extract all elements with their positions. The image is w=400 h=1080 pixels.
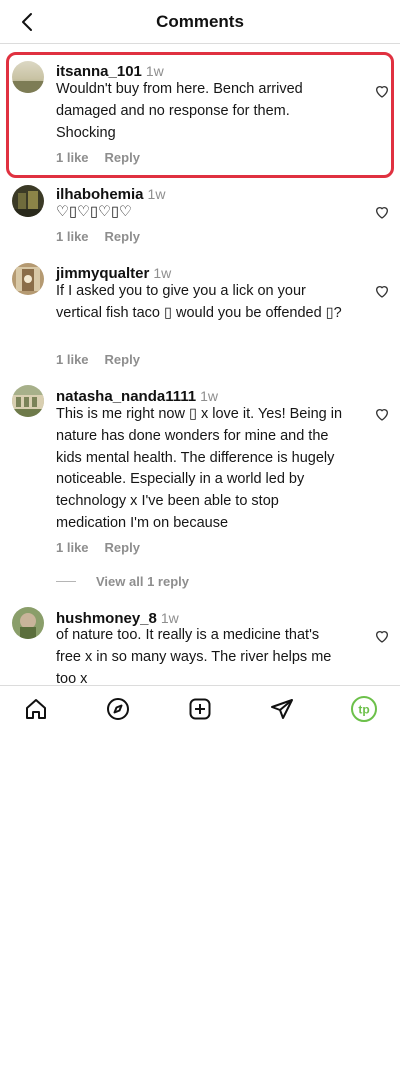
profile-initials: tp <box>358 703 369 717</box>
view-replies-button[interactable]: View all 1 reply <box>56 574 189 589</box>
comment-text: Wouldn't buy from here. Bench arrived da… <box>56 81 303 141</box>
avatar[interactable] <box>12 607 44 639</box>
direct-icon <box>271 699 293 719</box>
comment-username[interactable]: jimmyqualter <box>56 265 149 282</box>
like-count[interactable]: 1 like <box>56 352 89 367</box>
comment-text: If I asked you to give you a lick on you… <box>56 283 342 321</box>
nav-home[interactable] <box>23 696 49 722</box>
comment-time: 1w <box>153 265 172 281</box>
comment-item: itsanna_101 1w Wouldn't buy from here. Be… <box>0 45 400 180</box>
like-count[interactable]: 1 like <box>56 150 89 165</box>
comment-time: 1w <box>160 610 179 626</box>
explore-icon <box>107 698 129 720</box>
page-title: Comments <box>156 12 244 31</box>
profile-avatar: tp <box>351 696 377 722</box>
bottom-nav: tp <box>0 685 400 731</box>
avatar[interactable] <box>12 263 44 295</box>
comment-time: 1w <box>200 388 218 404</box>
comment-item: natasha_nanda1111 1w This is me right now… <box>0 380 400 600</box>
comment-item: jimmyqualter 1w If I asked you to give yo… <box>0 260 400 380</box>
reply-button[interactable]: Reply <box>105 540 140 555</box>
home-icon <box>26 699 46 719</box>
heart-icon[interactable] <box>374 283 390 299</box>
heart-icon[interactable] <box>374 628 390 644</box>
comments-list[interactable]: itsanna_101 1w Wouldn't buy from here. Be… <box>0 45 400 685</box>
comment-text: of nature too. It really is a medicine t… <box>56 627 332 685</box>
reply-button[interactable]: Reply <box>105 352 140 367</box>
comment-item: ilhabohemia 1w ♡▯♡▯♡▯♡ 1 like Reply <box>0 180 400 260</box>
comment-username[interactable]: itsanna_101 <box>56 63 142 80</box>
reply-button[interactable]: Reply <box>105 150 140 165</box>
create-icon <box>189 698 211 720</box>
reply-button[interactable]: Reply <box>105 229 140 244</box>
nav-explore[interactable] <box>105 696 131 722</box>
comment-username[interactable]: ilhabohemia <box>56 186 144 203</box>
heart-icon[interactable] <box>374 204 390 220</box>
heart-icon[interactable] <box>374 406 390 422</box>
comment-time: 1w <box>147 186 166 202</box>
avatar[interactable] <box>12 185 44 217</box>
header: Comments <box>0 0 400 44</box>
heart-icon[interactable] <box>374 83 390 99</box>
like-count[interactable]: 1 like <box>56 229 89 244</box>
nav-profile[interactable]: tp <box>351 696 377 722</box>
comment-username[interactable]: natasha_nanda1111 <box>56 388 196 405</box>
comment-text: This is me right now ▯ x love it. Yes! B… <box>56 406 343 531</box>
avatar[interactable] <box>12 61 44 93</box>
divider <box>56 581 76 582</box>
like-count[interactable]: 1 like <box>56 540 89 555</box>
comment-text: ♡▯♡▯♡▯♡ <box>56 204 132 220</box>
comment-item: hushmoney_8 1w of nature too. It really i… <box>0 600 400 685</box>
avatar[interactable] <box>12 385 44 417</box>
nav-direct[interactable] <box>269 696 295 722</box>
comment-time: 1w <box>145 63 164 79</box>
nav-create[interactable] <box>187 696 213 722</box>
view-replies-label[interactable]: View all 1 reply <box>96 574 189 589</box>
